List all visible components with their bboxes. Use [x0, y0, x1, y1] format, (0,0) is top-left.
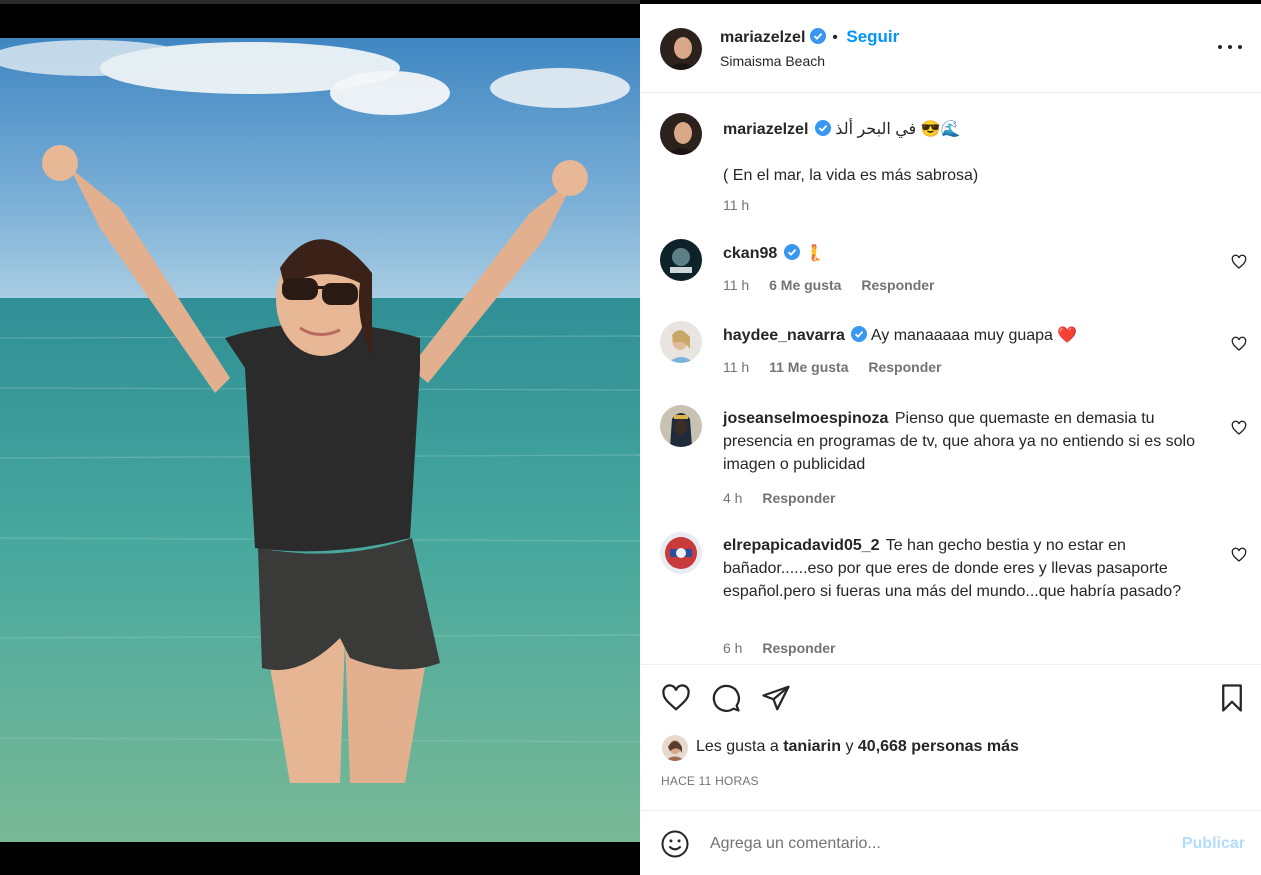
likes-conj: y	[845, 738, 854, 755]
verified-icon	[783, 244, 800, 267]
verified-icon	[851, 326, 868, 349]
commenter-avatar[interactable]	[660, 321, 702, 363]
comment-username[interactable]: ckan98	[723, 245, 777, 262]
comment-emoji: ❤️	[1057, 327, 1078, 344]
commenter-avatar[interactable]	[660, 405, 702, 447]
publish-button[interactable]: Publicar	[1182, 835, 1245, 853]
comment-meta: 11 h 11 Me gusta Responder	[723, 359, 942, 375]
post-actions: Les gusta a taniarin y 40,668 personas m…	[640, 664, 1261, 810]
caption-time[interactable]: 11 h	[723, 197, 749, 213]
comment-meta: 6 h Responder	[723, 640, 835, 656]
comment-item: elrepapicadavid05_2 Te han gecho bestia …	[640, 530, 1261, 660]
reply-button[interactable]: Responder	[762, 640, 835, 656]
comment-emoji: 🧜	[804, 245, 825, 262]
comments-list[interactable]: mariazelzel في البحر ألذ 😎🌊 ( En el mar,…	[640, 94, 1261, 664]
caption-text: mariazelzel في البحر ألذ 😎🌊	[723, 118, 1206, 143]
comment-meta: 11 h 6 Me gusta Responder	[723, 277, 934, 293]
post-timestamp[interactable]: HACE 11 HORAS	[661, 774, 759, 788]
follow-button[interactable]: Seguir	[846, 27, 899, 46]
caption-translation: ( En el mar, la vida es más sabrosa)	[723, 167, 979, 184]
comment-text: elrepapicadavid05_2 Te han gecho bestia …	[723, 534, 1206, 603]
heart-icon[interactable]	[1231, 336, 1247, 352]
add-comment-bar: Publicar	[640, 810, 1261, 875]
liker-username[interactable]: taniarin	[783, 738, 841, 755]
comment-meta: 4 h Responder	[723, 490, 835, 506]
caption-username[interactable]: mariazelzel	[723, 121, 808, 138]
post-media	[0, 0, 640, 875]
comment-text: haydee_navarra Ay manaaaaa muy guapa ❤️	[723, 324, 1206, 349]
heart-icon[interactable]	[1231, 254, 1247, 270]
comment-likes[interactable]: 6 Me gusta	[769, 277, 841, 293]
liker-avatar[interactable]	[662, 735, 688, 761]
likes-prefix: Les gusta a	[696, 738, 779, 755]
comment-username[interactable]: elrepapicadavid05_2	[723, 537, 880, 554]
caption-arabic: في البحر ألذ	[835, 121, 917, 138]
author-avatar[interactable]	[660, 28, 702, 70]
post-header: mariazelzel • Seguir Simaisma Beach	[640, 4, 1261, 93]
top-strip	[0, 0, 640, 4]
comment-time[interactable]: 4 h	[723, 490, 742, 506]
author-username[interactable]: mariazelzel	[720, 29, 805, 46]
more-options-icon[interactable]	[1217, 38, 1243, 54]
post-photo[interactable]	[0, 38, 640, 842]
comment-time[interactable]: 11 h	[723, 277, 749, 293]
commenter-avatar[interactable]	[660, 532, 702, 574]
caption-emoji: 😎🌊	[920, 121, 961, 138]
comment-input[interactable]	[710, 831, 1150, 857]
comment-text: joseanselmoespinoza Pienso que quemaste …	[723, 407, 1206, 476]
likes-count[interactable]: 40,668 personas más	[858, 738, 1019, 755]
header-line: mariazelzel • Seguir	[720, 27, 899, 49]
caption-avatar[interactable]	[660, 113, 702, 155]
comment-item: joseanselmoespinoza Pienso que quemaste …	[640, 403, 1261, 513]
caption: mariazelzel في البحر ألذ 😎🌊 ( En el mar,…	[640, 110, 1261, 220]
comment-likes[interactable]: 11 Me gusta	[769, 359, 848, 375]
like-icon[interactable]	[661, 683, 691, 713]
commenter-avatar[interactable]	[660, 239, 702, 281]
comment-username[interactable]: joseanselmoespinoza	[723, 410, 888, 427]
reply-button[interactable]: Responder	[868, 359, 941, 375]
comment-username[interactable]: haydee_navarra	[723, 327, 845, 344]
post-panel: mariazelzel • Seguir Simaisma Beach mari…	[640, 4, 1261, 875]
comment-content: Ay manaaaaa muy guapa	[870, 327, 1053, 344]
reply-button[interactable]: Responder	[861, 277, 934, 293]
heart-icon[interactable]	[1231, 420, 1247, 436]
reply-button[interactable]: Responder	[762, 490, 835, 506]
emoji-icon[interactable]	[660, 829, 690, 859]
verified-icon	[809, 28, 826, 49]
comment-text: ckan98 🧜	[723, 242, 1206, 267]
share-icon[interactable]	[761, 683, 791, 713]
comment-time[interactable]: 6 h	[723, 640, 742, 656]
comment-time[interactable]: 11 h	[723, 359, 749, 375]
likes-summary[interactable]: Les gusta a taniarin y 40,668 personas m…	[696, 738, 1019, 756]
comment-icon[interactable]	[711, 683, 741, 713]
verified-icon	[814, 120, 831, 143]
comment-item: haydee_navarra Ay manaaaaa muy guapa ❤️ …	[640, 321, 1261, 391]
save-icon[interactable]	[1217, 683, 1247, 713]
comment-item: ckan98 🧜 11 h 6 Me gusta Responder	[640, 239, 1261, 309]
separator-dot: •	[832, 29, 838, 46]
heart-icon[interactable]	[1231, 547, 1247, 563]
post-location[interactable]: Simaisma Beach	[720, 53, 825, 69]
